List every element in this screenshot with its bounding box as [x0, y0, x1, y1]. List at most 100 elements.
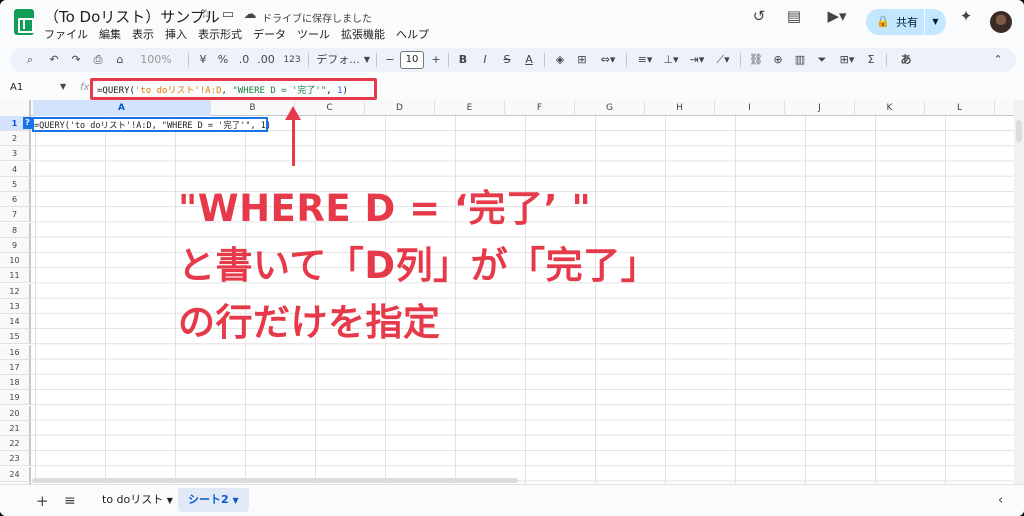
row-header[interactable]: 24	[0, 466, 31, 482]
sheets-logo-icon[interactable]	[14, 9, 34, 35]
row-header[interactable]: 8	[0, 222, 31, 238]
menu-format[interactable]: 表示形式	[198, 26, 242, 42]
zoom-select[interactable]: 100%	[136, 51, 176, 69]
chevron-down-icon[interactable]: ▼	[362, 51, 372, 69]
row-header[interactable]: 7	[0, 207, 31, 223]
row-header[interactable]: 21	[0, 420, 31, 436]
row-header[interactable]: 3	[0, 146, 31, 162]
row-header[interactable]: 16	[0, 344, 31, 360]
row-header[interactable]: 14	[0, 314, 31, 330]
star-icon[interactable]: ☆	[198, 7, 214, 23]
insert-chart-icon[interactable]: ▥	[792, 51, 808, 69]
menu-data[interactable]: データ	[253, 26, 286, 42]
cloud-saved-icon[interactable]: ☁	[242, 7, 258, 23]
save-status[interactable]: ドライブに保存しました	[262, 10, 372, 25]
column-header-l[interactable]: L	[925, 100, 995, 116]
avatar[interactable]	[990, 11, 1012, 33]
row-header[interactable]: 19	[0, 390, 31, 406]
column-header-f[interactable]: F	[505, 100, 575, 116]
formula-help-tag[interactable]: ?	[23, 117, 32, 129]
column-header-b[interactable]: B	[211, 100, 295, 116]
filter-icon[interactable]: ⏷	[814, 51, 830, 69]
share-button[interactable]: 🔒 共有 ▼	[866, 9, 946, 35]
row-header[interactable]: 6	[0, 192, 31, 208]
italic-button[interactable]: I	[478, 51, 492, 69]
share-dropdown-icon[interactable]: ▼	[924, 9, 946, 35]
text-color-button[interactable]: A	[522, 51, 536, 69]
row-header[interactable]: 4	[0, 161, 31, 177]
row-header[interactable]: 18	[0, 375, 31, 391]
number-format-button[interactable]: 123	[282, 51, 302, 69]
comment-icon[interactable]: ▤	[782, 4, 806, 28]
borders-icon[interactable]: ⊞	[574, 51, 590, 69]
chevron-down-icon[interactable]: ▼	[167, 496, 173, 505]
menu-insert[interactable]: 挿入	[165, 26, 187, 42]
column-header-k[interactable]: K	[855, 100, 925, 116]
input-tools-button[interactable]: あ	[894, 51, 918, 69]
column-header-i[interactable]: I	[715, 100, 785, 116]
sidebar-toggle-icon[interactable]: ‹	[998, 491, 1003, 511]
scrollbar-thumb[interactable]	[1016, 120, 1022, 142]
column-header-d[interactable]: D	[365, 100, 435, 116]
select-all-corner[interactable]	[0, 100, 31, 116]
menu-help[interactable]: ヘルプ	[396, 26, 429, 42]
menu-edit[interactable]: 編集	[99, 26, 121, 42]
vertical-align-icon[interactable]: ⊥▾	[660, 51, 682, 69]
gemini-sparkle-icon[interactable]: ✦	[954, 4, 978, 28]
functions-button[interactable]: Σ	[864, 51, 878, 69]
increase-decimal-button[interactable]: .00	[256, 51, 276, 69]
column-header-g[interactable]: G	[575, 100, 645, 116]
column-header-e[interactable]: E	[435, 100, 505, 116]
text-wrap-icon[interactable]: ⇥▾	[686, 51, 708, 69]
insert-comment-icon[interactable]: ⊕	[770, 51, 786, 69]
folder-move-icon[interactable]: ▭	[220, 7, 236, 23]
row-header[interactable]: 13	[0, 298, 31, 314]
menu-file[interactable]: ファイル	[44, 26, 88, 42]
redo-icon[interactable]: ↷	[68, 51, 84, 69]
row-header[interactable]: 20	[0, 405, 31, 421]
horizontal-scrollbar[interactable]	[32, 478, 518, 483]
document-title[interactable]: （To Doリスト）サンプル	[44, 6, 220, 27]
column-header-j[interactable]: J	[785, 100, 855, 116]
name-box[interactable]: A1	[10, 82, 23, 93]
row-header[interactable]: 23	[0, 451, 31, 467]
font-size-decrease-button[interactable]: −	[384, 51, 396, 69]
sheet-tab-sheet2[interactable]: シート2 ▼	[178, 488, 249, 512]
menu-view[interactable]: 表示	[132, 26, 154, 42]
row-header[interactable]: 15	[0, 329, 31, 345]
percent-format-button[interactable]: %	[216, 51, 230, 69]
row-header[interactable]: 11	[0, 268, 31, 284]
row-header[interactable]: 5	[0, 176, 31, 192]
row-header[interactable]: 9	[0, 237, 31, 253]
font-size-input[interactable]: 10	[400, 51, 424, 69]
row-header[interactable]: 2	[0, 131, 31, 147]
print-icon[interactable]: ⎙	[90, 51, 106, 69]
history-icon[interactable]: ↺	[747, 4, 771, 28]
vertical-scrollbar[interactable]	[1014, 100, 1024, 484]
column-header-c[interactable]: C	[295, 100, 365, 116]
paint-format-icon[interactable]: ⌂	[112, 51, 128, 69]
strikethrough-button[interactable]: S	[500, 51, 514, 69]
formula-input[interactable]: =QUERY('to doリスト'!A:D, "WHERE D = '完了'",…	[97, 83, 348, 96]
row-header[interactable]: 22	[0, 436, 31, 452]
add-sheet-button[interactable]: +	[36, 491, 49, 511]
decrease-decimal-button[interactable]: .0	[236, 51, 252, 69]
chevron-down-icon[interactable]: ▼	[233, 496, 239, 505]
sheet-tab-todo[interactable]: to doリスト ▼	[92, 488, 183, 512]
filter-views-icon[interactable]: ⊞▾	[836, 51, 858, 69]
text-rotation-icon[interactable]: ⟋▾	[712, 51, 734, 69]
chevron-down-icon[interactable]: ▼	[60, 82, 66, 91]
undo-icon[interactable]: ↶	[46, 51, 62, 69]
menu-tools[interactable]: ツール	[297, 26, 330, 42]
menu-extensions[interactable]: 拡張機能	[341, 26, 385, 42]
row-header[interactable]: 17	[0, 359, 31, 375]
horizontal-align-icon[interactable]: ≡▾	[634, 51, 656, 69]
font-select[interactable]: デフォ...	[316, 51, 360, 69]
row-header[interactable]: 12	[0, 283, 31, 299]
fill-color-icon[interactable]: ◈	[552, 51, 568, 69]
search-icon[interactable]: ⌕	[22, 51, 38, 69]
column-header-a[interactable]: A	[33, 100, 211, 116]
merge-cells-icon[interactable]: ⇔▾	[596, 51, 620, 69]
video-call-icon[interactable]: ▶▾	[820, 4, 854, 28]
font-size-increase-button[interactable]: +	[430, 51, 442, 69]
